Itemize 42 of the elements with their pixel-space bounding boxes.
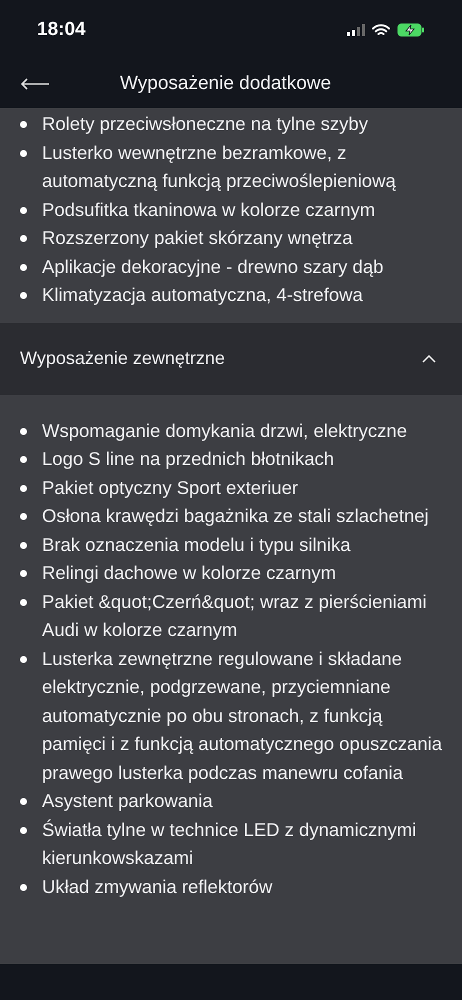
battery-charging-icon <box>397 23 425 37</box>
equipment-item: Klimatyzacja automatyczna, 4-strefowa <box>42 283 363 307</box>
status-time: 18:04 <box>37 18 86 42</box>
equipment-item: Rolety przeciwsłoneczne na tylne szyby <box>42 112 368 136</box>
equipment-item: Lusterka zewnętrzne regulowane i składane elektrycznie, podgrzewane, przyciemniane automatycznie po obu stronach, z funkcją pamięci i z funkcją automatycznego opuszczania prawego lusterka podczas manewru cofania <box>42 646 444 785</box>
equipment-item: Światła tylne w technice LED z dynamicznymi kierunkowskazami <box>42 818 418 870</box>
equipment-item: Pakiet &quot;Czerń&quot; wraz z pierścieniami Audi w kolorze czarnym <box>42 590 428 642</box>
equipment-item: Pakiet optyczny Sport exteriuer <box>42 476 298 500</box>
bullet-icon <box>20 513 27 520</box>
equipment-item: Podsufitka tkaninowa w kolorze czarnym <box>42 198 376 222</box>
bullet-icon <box>20 206 27 214</box>
bullet-icon <box>20 484 27 492</box>
equipment-item: Logo S line na przednich błotnikach <box>42 447 334 471</box>
equipment-item: Aplikacje dekoracyjne - drewno szary dąb <box>42 254 384 279</box>
bullet-icon <box>20 656 27 662</box>
bullet-icon <box>20 428 27 434</box>
equipment-item: Rozszerzony pakiet skórzany wnętrza <box>42 226 353 250</box>
equipment-item: Asystent parkowania <box>42 789 213 813</box>
chevron-up-icon <box>422 354 436 362</box>
bullet-icon <box>20 292 27 299</box>
bullet-icon <box>20 826 27 834</box>
bullet-icon <box>20 150 27 156</box>
equipment-item: Lusterko wewnętrzne bezramkowe, z automatyczną funkcją przeciwoślepieniową <box>42 140 397 193</box>
wifi-icon <box>372 24 390 36</box>
bullet-icon <box>20 264 27 270</box>
bullet-icon <box>20 570 27 577</box>
equipment-item: Brak oznaczenia modelu i typu silnika <box>42 532 350 557</box>
back-arrow-icon <box>20 78 50 90</box>
bullet-icon <box>20 235 27 242</box>
equipment-item: Osłona krawędzi bagażnika ze stali szlachetnej <box>42 504 429 528</box>
equipment-item: Relingi dachowe w kolorze czarnym <box>42 561 336 585</box>
bullet-icon <box>20 542 27 548</box>
equipment-item: Układ zmywania reflektorów <box>42 874 272 899</box>
bullet-icon <box>20 598 27 606</box>
bullet-icon <box>20 456 27 463</box>
signal-icon <box>347 24 365 36</box>
section-header[interactable]: Wyposażenie zewnętrzne <box>0 322 462 394</box>
bullet-icon <box>20 798 27 805</box>
equipment-item: Wspomaganie domykania drzwi, elektryczne <box>42 418 408 443</box>
bullet-icon <box>20 121 27 128</box>
bullet-icon <box>20 884 27 890</box>
page-title: Wyposażenie dodatkowe <box>120 72 332 96</box>
